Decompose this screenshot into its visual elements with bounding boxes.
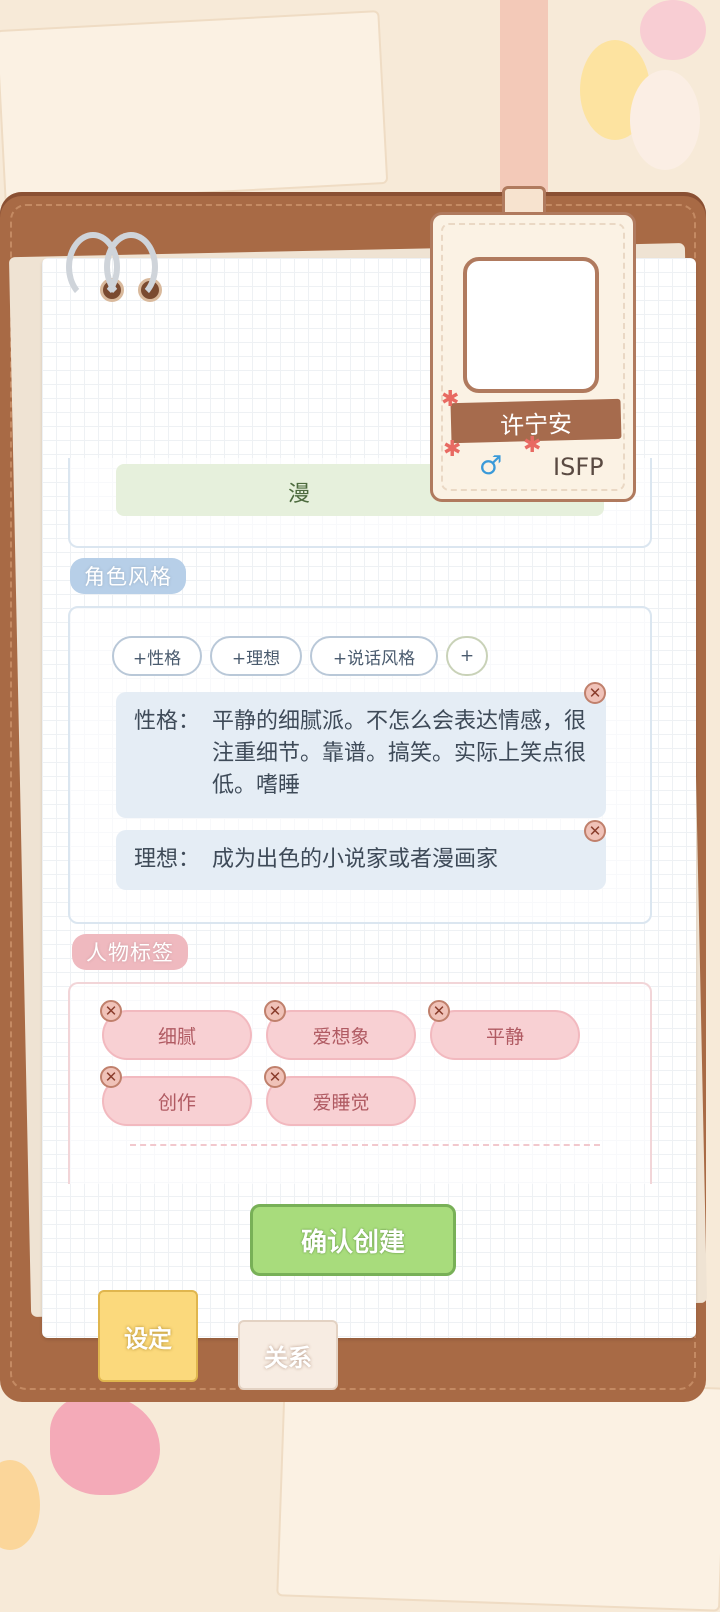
style-section: +性格 +理想 +说话风格 + 性格： 平静的细腻派。不怎么会表达情感，很注重细…	[68, 606, 652, 924]
trait-label: 性格：	[134, 709, 201, 734]
profile-badge: 许宁安 ♂ ISFP ✱ ✱ ✱	[430, 212, 636, 502]
lanyard-strap	[500, 0, 548, 200]
tag-chip[interactable]: 平静	[430, 1010, 580, 1060]
tag-chip[interactable]: 细腻	[102, 1010, 252, 1060]
remove-tag-button[interactable]: ✕	[100, 1066, 122, 1088]
style-section-title: 角色风格	[70, 558, 186, 594]
remove-tag-button[interactable]: ✕	[428, 1000, 450, 1022]
trait-text: 成为出色的小说家或者漫画家	[212, 847, 499, 872]
gender-icon: ♂	[479, 451, 503, 481]
tag-chip[interactable]: 爱想象	[266, 1010, 416, 1060]
star-decor-icon: ✱	[441, 387, 460, 412]
flower-decor	[50, 1395, 160, 1495]
confirm-create-button[interactable]: 确认创建	[250, 1204, 456, 1276]
mbti-label: ISFP	[553, 453, 604, 481]
tag-chip[interactable]: 爱睡觉	[266, 1076, 416, 1126]
remove-trait-button[interactable]: ✕	[584, 682, 606, 704]
tags-divider	[130, 1144, 600, 1146]
binder-ring	[104, 232, 158, 302]
remove-tag-button[interactable]: ✕	[264, 1066, 286, 1088]
trait-card-ideal: 理想： 成为出色的小说家或者漫画家	[116, 830, 606, 890]
balloon-decor	[640, 0, 706, 60]
add-personality-button[interactable]: +性格	[112, 636, 202, 676]
background-paper	[276, 1372, 720, 1612]
star-decor-icon: ✱	[523, 433, 542, 458]
add-ideal-button[interactable]: +理想	[210, 636, 302, 676]
background-paper	[0, 10, 389, 204]
tags-section: 细腻 ✕ 爱想象 ✕ 平静 ✕ 创作 ✕ 爱睡觉 ✕	[68, 982, 652, 1184]
avatar-frame[interactable]	[463, 257, 599, 393]
balloon-decor	[630, 70, 700, 170]
intro-text: 漫	[288, 482, 311, 507]
balloon-decor	[0, 1460, 40, 1550]
tab-settings[interactable]: 设定	[98, 1290, 198, 1382]
remove-tag-button[interactable]: ✕	[100, 1000, 122, 1022]
tags-section-title: 人物标签	[72, 934, 188, 970]
remove-trait-button[interactable]: ✕	[584, 820, 606, 842]
tag-chip[interactable]: 创作	[102, 1076, 252, 1126]
trait-card-personality: 性格： 平静的细腻派。不怎么会表达情感，很注重细节。靠谱。搞笑。实际上笑点很低。…	[116, 692, 606, 818]
trait-text: 平静的细腻派。不怎么会表达情感，很注重细节。靠谱。搞笑。实际上笑点很低。嗜睡	[212, 709, 587, 798]
add-custom-trait-button[interactable]: +	[446, 636, 488, 676]
remove-tag-button[interactable]: ✕	[264, 1000, 286, 1022]
trait-label: 理想：	[134, 847, 201, 872]
add-speech-style-button[interactable]: +说话风格	[310, 636, 438, 676]
star-decor-icon: ✱	[443, 437, 462, 462]
tab-relations[interactable]: 关系	[238, 1320, 338, 1390]
